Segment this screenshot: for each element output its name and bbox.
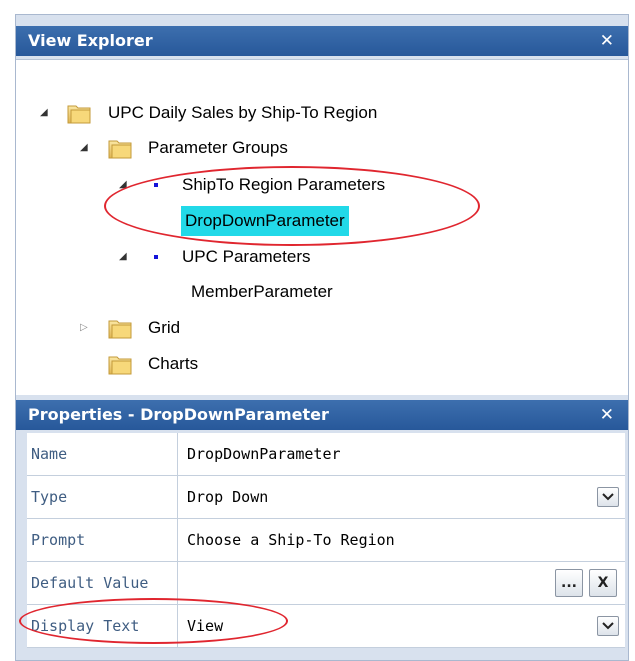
view-explorer-title: View Explorer <box>28 31 153 50</box>
tree-node-memberparameter[interactable]: MemberParameter <box>16 277 616 307</box>
tree-node-label: Grid <box>148 318 181 337</box>
collapse-arrow-icon[interactable]: ◢ <box>119 170 131 200</box>
chevron-down-icon <box>602 493 614 501</box>
property-value-prompt[interactable]: Choose a Ship-To Region <box>187 519 395 561</box>
folder-icon <box>108 140 132 159</box>
tree-node-label: ShipTo Region Parameters <box>182 175 386 194</box>
ellipsis-button[interactable]: ... <box>555 569 583 597</box>
tree-node-label: Parameter Groups <box>148 138 288 157</box>
property-label: Name <box>27 433 178 475</box>
type-dropdown-button[interactable] <box>597 487 619 507</box>
property-value-display-text[interactable]: View <box>187 605 223 647</box>
tree-node-shipto-region-parameters[interactable]: ◢ ShipTo Region Parameters <box>16 170 616 200</box>
view-explorer-tree: ◢ UPC Daily Sales by Ship-To Region ◢ Pa… <box>16 59 628 395</box>
properties-close-icon[interactable]: ✕ <box>600 400 614 430</box>
property-row-name: Name DropDownParameter <box>27 433 625 476</box>
folder-icon <box>67 105 91 124</box>
expand-arrow-icon[interactable]: ▷ <box>80 313 92 343</box>
property-value-name[interactable]: DropDownParameter <box>187 433 341 475</box>
collapse-arrow-icon[interactable]: ◢ <box>119 242 131 272</box>
properties-header: Properties - DropDownParameter ✕ <box>16 400 628 430</box>
tree-node-upc-parameters[interactable]: ◢ UPC Parameters <box>16 242 616 272</box>
tree-node-label: MemberParameter <box>191 282 333 301</box>
tree-node-label: Charts <box>148 354 199 373</box>
folder-icon <box>108 320 132 339</box>
properties-grid: Name DropDownParameter Type Drop Down Pr… <box>19 433 625 648</box>
display-text-dropdown-button[interactable] <box>597 616 619 636</box>
tree-node-parameter-groups[interactable]: ◢ Parameter Groups <box>16 133 616 163</box>
tree-node-grid[interactable]: ▷ Grid <box>16 313 616 343</box>
collapse-arrow-icon[interactable]: ◢ <box>80 133 92 163</box>
folder-icon <box>108 356 132 375</box>
clear-button[interactable]: X <box>589 569 617 597</box>
property-row-default-value: Default Value ... X <box>27 562 625 605</box>
tree-node-label: UPC Parameters <box>182 247 311 266</box>
parameter-bullet-icon <box>154 183 158 187</box>
property-row-prompt: Prompt Choose a Ship-To Region <box>27 519 625 562</box>
property-label: Display Text <box>27 605 178 647</box>
tree-node-report[interactable]: ◢ UPC Daily Sales by Ship-To Region <box>16 98 616 128</box>
tree-node-charts[interactable]: Charts <box>16 349 616 379</box>
property-row-display-text: Display Text View <box>27 605 625 648</box>
property-label: Prompt <box>27 519 178 561</box>
tree-node-dropdownparameter[interactable]: DropDownParameter <box>16 206 616 236</box>
parameter-bullet-icon <box>154 255 158 259</box>
tree-node-label-selected: DropDownParameter <box>181 206 349 236</box>
tree-node-label: UPC Daily Sales by Ship-To Region <box>108 103 378 122</box>
property-row-type: Type Drop Down <box>27 476 625 519</box>
collapse-arrow-icon[interactable]: ◢ <box>40 98 52 128</box>
property-value-type[interactable]: Drop Down <box>187 476 268 518</box>
view-explorer-header: View Explorer ✕ <box>16 26 628 56</box>
property-label: Type <box>27 476 178 518</box>
window-frame: View Explorer ✕ ◢ UPC Daily Sales by Shi… <box>15 14 629 661</box>
property-label: Default Value <box>27 562 178 604</box>
properties-title: Properties - DropDownParameter <box>28 405 329 424</box>
view-explorer-close-icon[interactable]: ✕ <box>600 26 614 56</box>
chevron-down-icon <box>602 622 614 630</box>
